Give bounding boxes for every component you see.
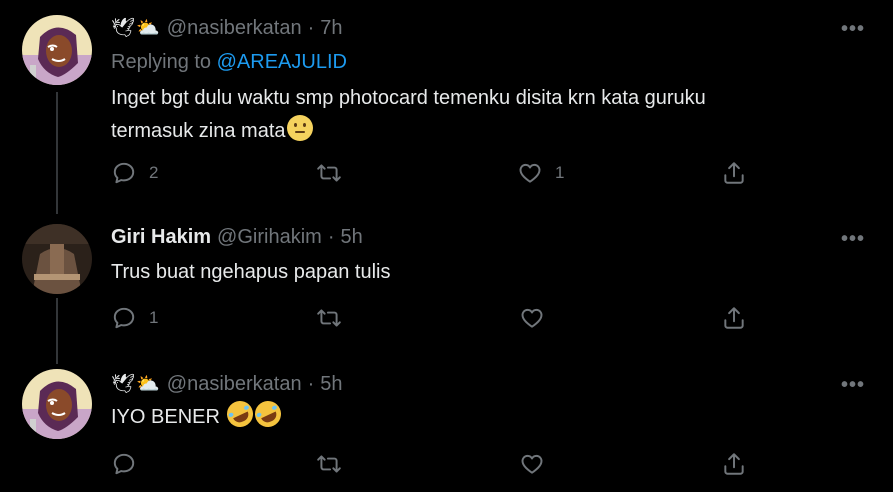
rolling-on-floor-laughing-icon: [251, 396, 286, 432]
share-icon: [724, 162, 744, 184]
timestamp[interactable]: 5h: [320, 373, 342, 396]
share-button[interactable]: [721, 160, 747, 186]
retweet-button[interactable]: [316, 305, 354, 331]
retweet-button[interactable]: [316, 451, 354, 477]
tweet-text-line: Inget bgt dulu waktu smp photocard temen…: [111, 87, 706, 109]
share-icon: [724, 307, 744, 329]
replying-to: Replying to @AREAJULID: [111, 51, 347, 74]
user-emoji-name[interactable]: 🕊⛅: [111, 372, 161, 396]
tweet-text-line: termasuk zina mata: [111, 120, 286, 142]
reply-button[interactable]: [111, 451, 149, 477]
user-emoji-name[interactable]: 🕊⛅: [111, 16, 161, 40]
reply-icon: [113, 453, 135, 475]
slightly-smiling-face-icon: [286, 115, 313, 141]
more-options-icon[interactable]: •••: [841, 18, 865, 41]
share-icon: [724, 453, 744, 475]
tweet-actions: 2 1: [0, 160, 893, 190]
rolling-on-floor-laughing-icon: [223, 396, 258, 432]
tweet-actions: [0, 451, 893, 481]
like-count: 1: [555, 163, 565, 182]
separator-dot: ·: [327, 226, 335, 248]
reply-icon: [113, 307, 135, 329]
heart-icon: [521, 308, 543, 328]
tweet-text: Inget bgt dulu waktu smp photocard temen…: [111, 82, 831, 148]
retweet-button[interactable]: [316, 160, 354, 186]
tweet-text: Trus buat ngehapus papan tulis: [111, 256, 831, 289]
heart-icon: [521, 454, 543, 474]
tweet-actions: 1: [0, 305, 893, 335]
timestamp[interactable]: 7h: [320, 17, 342, 40]
reply-icon: [113, 162, 135, 184]
tweet[interactable]: 🕊⛅ @nasiberkatan · 5h ••• IYO BENER: [0, 364, 893, 492]
tweet[interactable]: 🕊⛅ @nasiberkatan · 7h ••• Replying to @A…: [0, 0, 893, 214]
tweet[interactable]: Giri Hakim @Girihakim · 5h ••• Trus buat…: [0, 214, 893, 364]
reply-count: 1: [149, 308, 159, 327]
user-handle[interactable]: @Girihakim: [217, 226, 322, 249]
reply-button[interactable]: 2: [111, 160, 158, 186]
reply-button[interactable]: 1: [111, 305, 158, 331]
share-button[interactable]: [721, 305, 747, 331]
share-button[interactable]: [721, 451, 747, 477]
avatar[interactable]: [22, 15, 92, 85]
retweet-icon: [317, 164, 341, 182]
like-button[interactable]: [519, 305, 557, 331]
tweet-header: Giri Hakim @Girihakim · 5h: [111, 226, 363, 249]
replying-to-label: Replying to: [111, 51, 212, 73]
user-handle[interactable]: @nasiberkatan: [167, 17, 302, 40]
retweet-icon: [317, 309, 341, 327]
retweet-icon: [317, 455, 341, 473]
tweet-text-line: IYO BENER: [111, 406, 220, 428]
more-options-icon[interactable]: •••: [841, 374, 865, 397]
separator-dot: ·: [307, 372, 315, 395]
replying-to-handle-link[interactable]: @AREAJULID: [217, 51, 347, 73]
reply-count: 2: [149, 163, 159, 182]
like-button[interactable]: [519, 451, 557, 477]
like-button[interactable]: 1: [517, 160, 564, 186]
avatar[interactable]: [22, 224, 92, 294]
timestamp[interactable]: 5h: [340, 226, 362, 249]
user-handle[interactable]: @nasiberkatan: [167, 373, 302, 396]
more-options-icon[interactable]: •••: [841, 228, 865, 251]
user-display-name[interactable]: Giri Hakim: [111, 226, 211, 249]
tweet-header: 🕊⛅ @nasiberkatan · 5h: [111, 372, 343, 396]
tweet-text: IYO BENER: [111, 396, 831, 434]
avatar[interactable]: [22, 369, 92, 439]
tweet-text-line: Trus buat ngehapus papan tulis: [111, 261, 391, 283]
heart-icon: [519, 163, 541, 183]
tweet-header: 🕊⛅ @nasiberkatan · 7h: [111, 16, 343, 40]
separator-dot: ·: [307, 16, 315, 39]
